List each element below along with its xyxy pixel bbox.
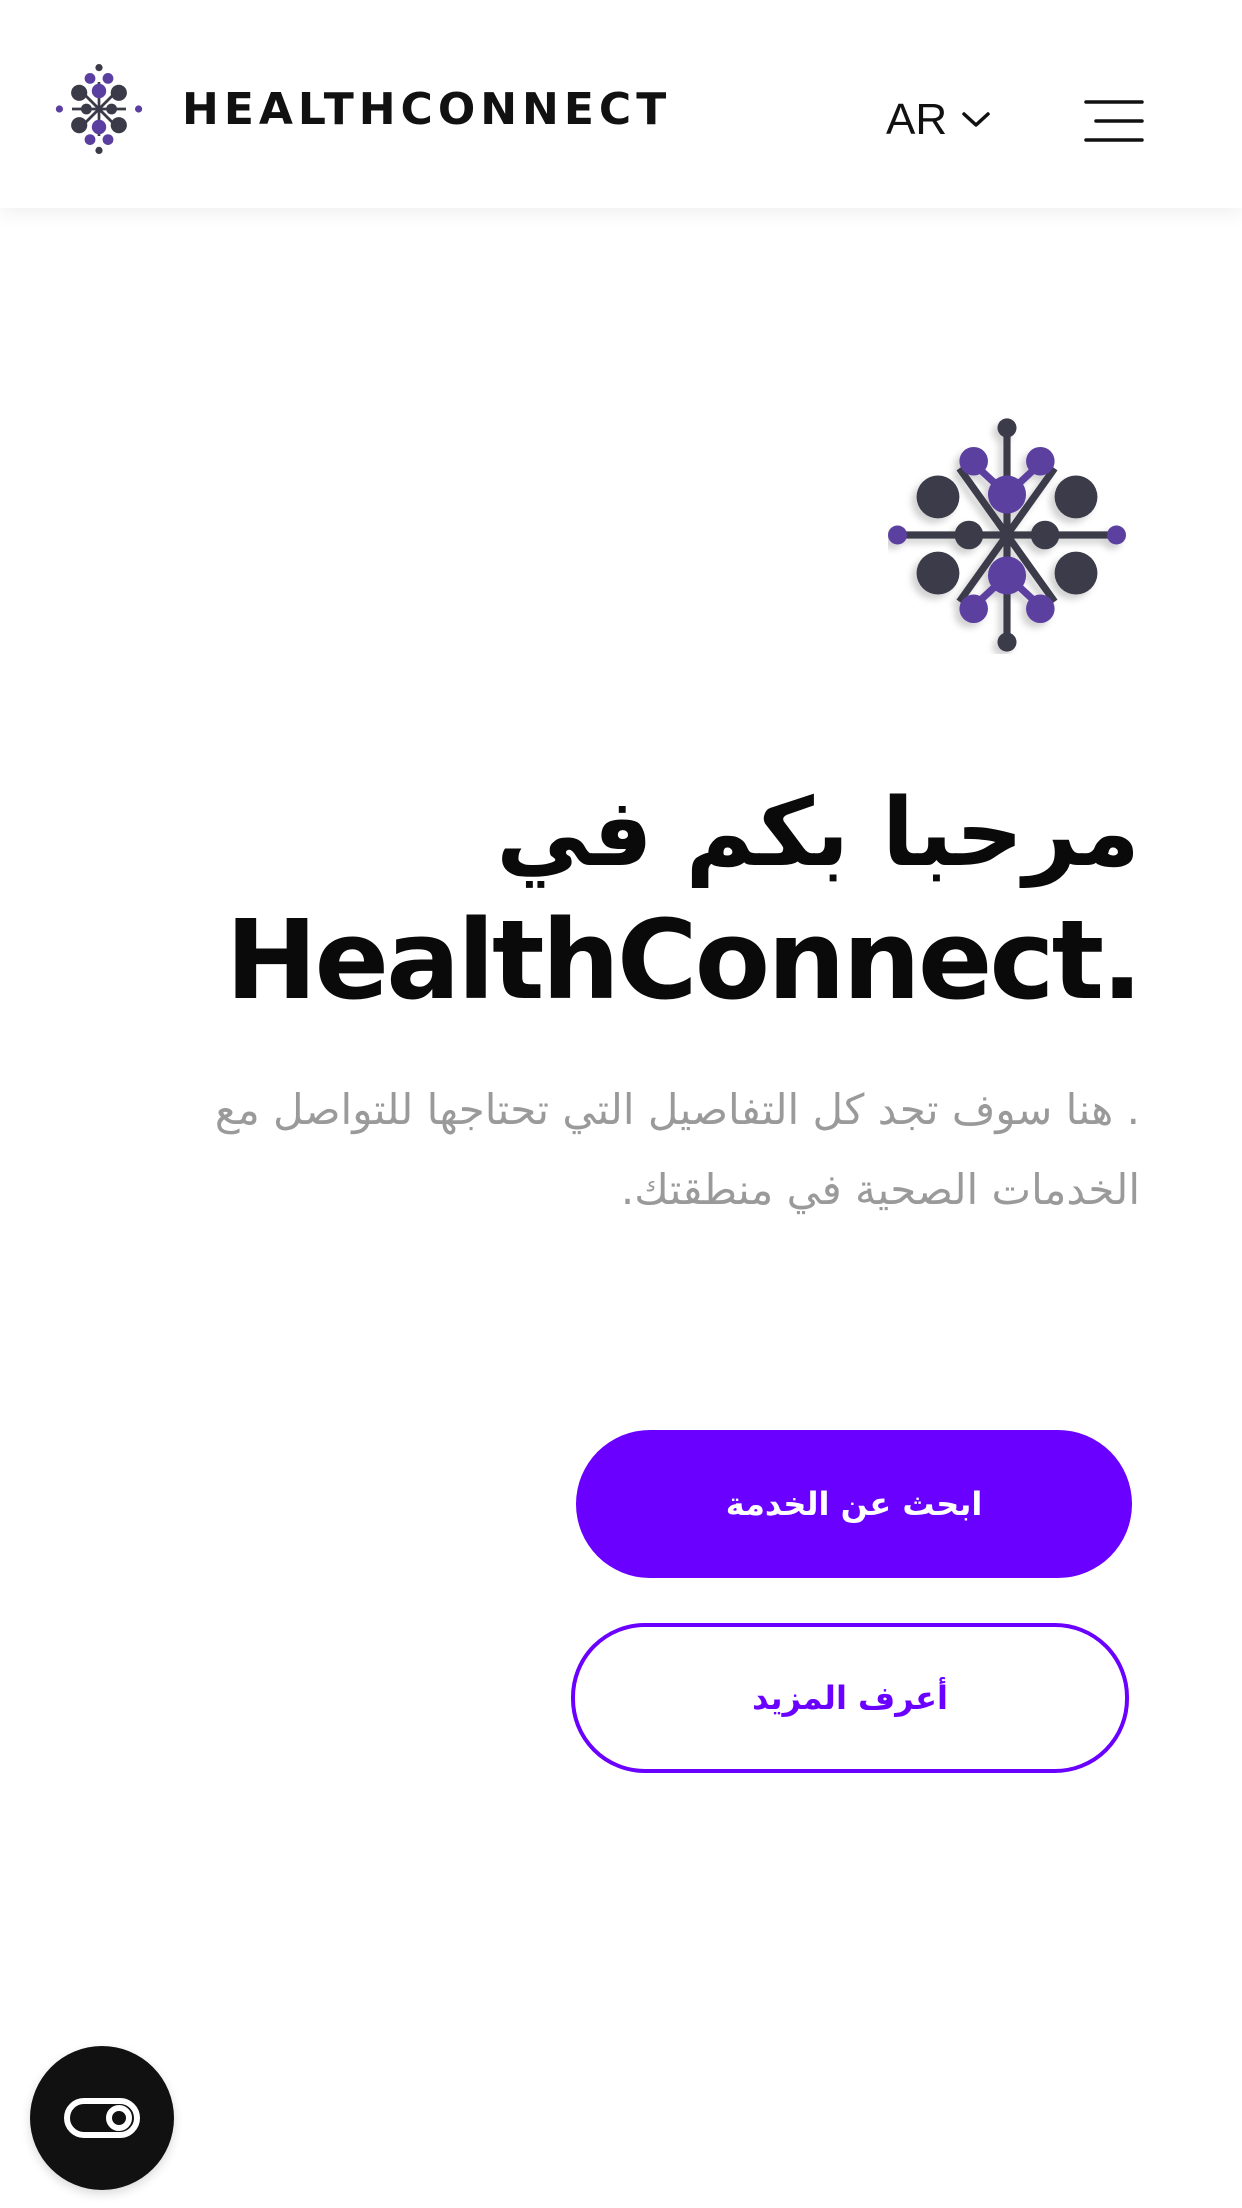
molecule-logo-icon[interactable] [54,64,144,154]
accessibility-toggle-button[interactable] [30,2046,174,2190]
language-selector[interactable]: AR [886,90,991,150]
hero-title: مرحبا بكم في HealthConnect. [140,770,1143,1024]
chevron-down-icon [962,112,990,127]
hero-title-brand: HealthConnect. [225,896,1143,1024]
brand-name[interactable]: HEALTHCONNECT [182,78,671,142]
hero-description: . هنا سوف تجد كل التفاصيل التي تحتاجها ل… [214,1085,1140,1214]
find-service-button[interactable]: ابحث عن الخدمة [576,1430,1132,1578]
top-header: HEALTHCONNECT AR [0,0,1242,208]
language-label: AR [886,95,948,144]
hamburger-menu-icon[interactable] [1080,98,1144,144]
learn-more-button[interactable]: أعرف المزيد [571,1623,1129,1773]
molecule-logo-icon [888,418,1126,652]
hero-title-arabic: مرحبا بكم في [496,779,1140,888]
toggle-switch-icon [64,2098,140,2138]
